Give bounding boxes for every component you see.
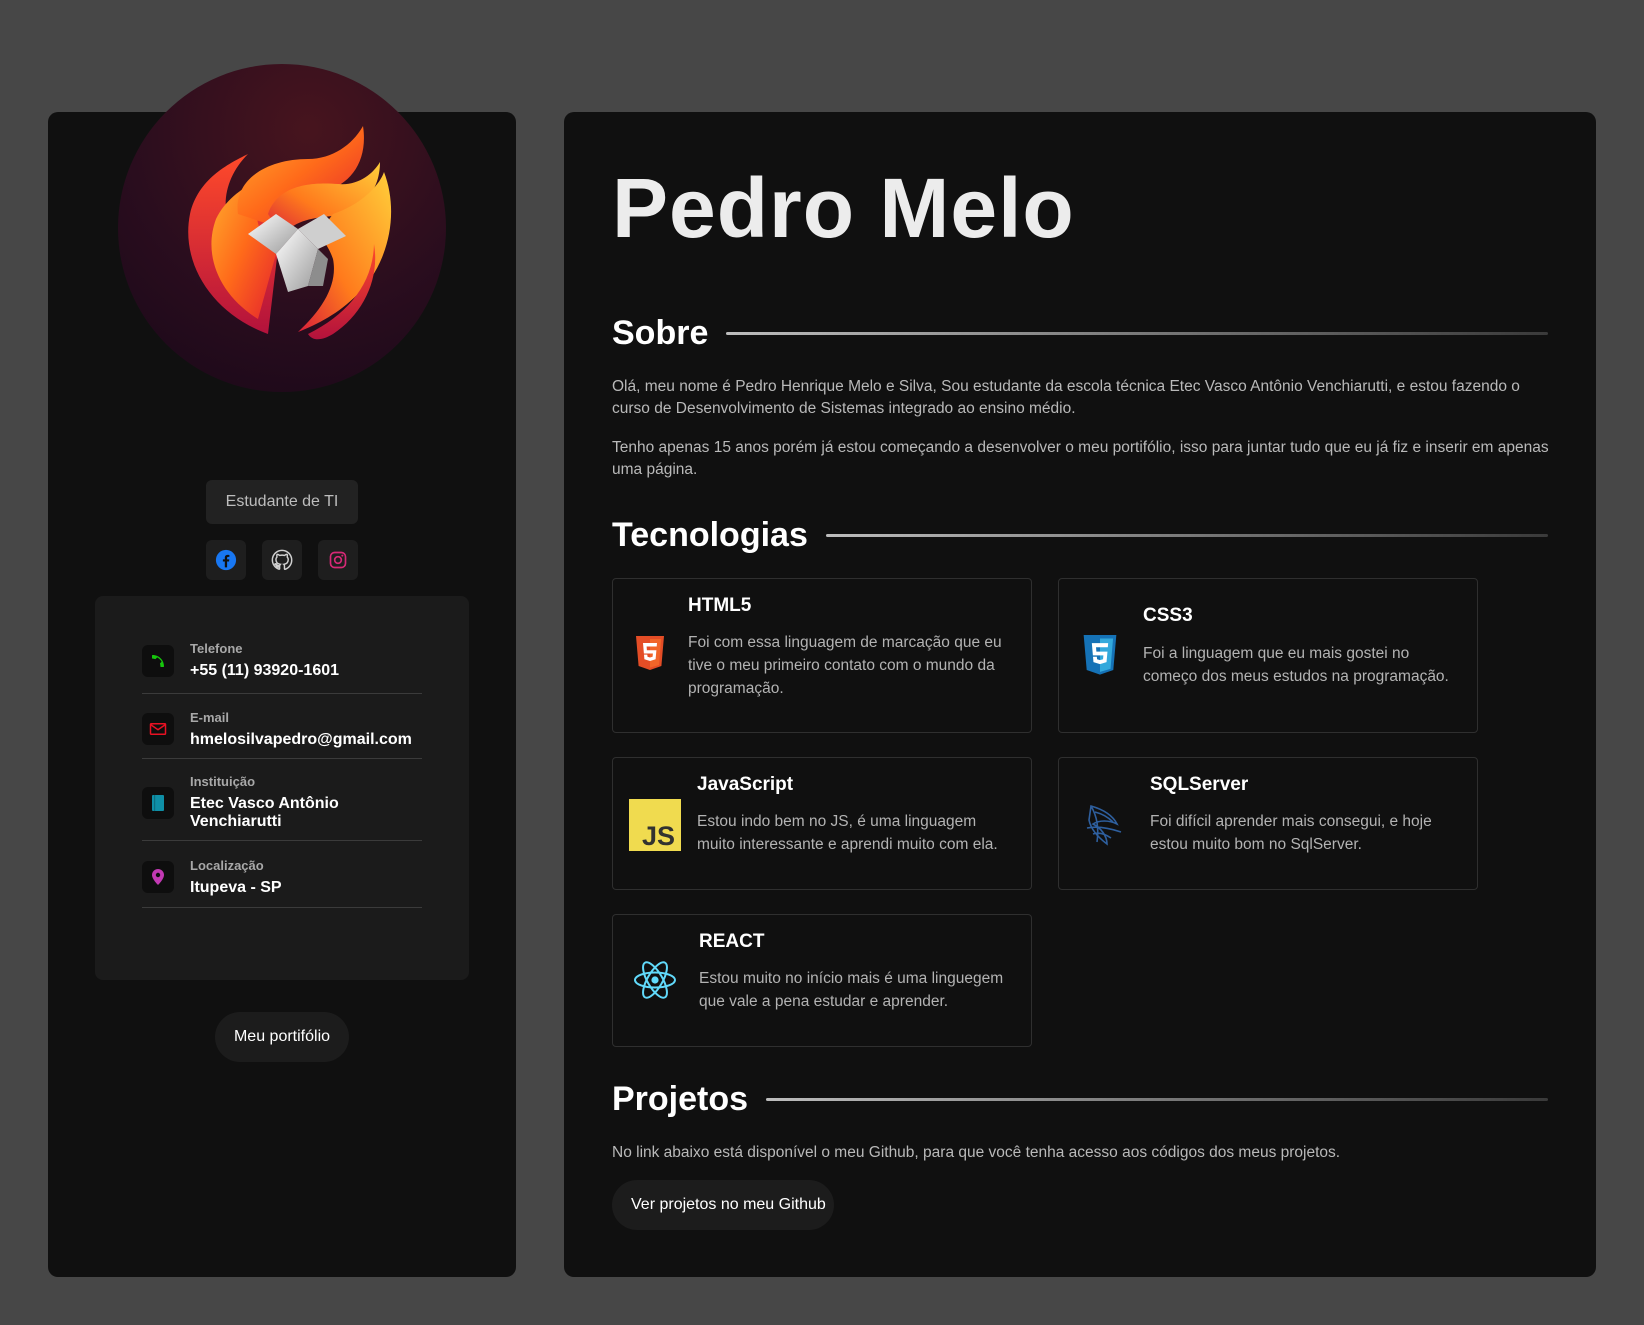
tech-title-html5: HTML5 [688,595,752,616]
tech-title-sqlserver: SQLServer [1150,774,1249,795]
github-icon [271,549,293,571]
contact-phone: Telefone +55 (11) 93920-1601 [142,632,422,694]
social-links [206,540,358,580]
contact-email-value: hmelosilvapedro@gmail.com [190,730,412,748]
book-icon [142,786,174,819]
mail-icon [142,713,174,745]
html5-icon [635,636,665,677]
instagram-link[interactable] [318,540,358,580]
tech-desc-sqlserver: Foi difícil aprender mais consegui, e ho… [1150,813,1432,853]
tech-card-html5: HTML5 Foi com essa linguagem de marcação… [612,578,1032,733]
tech-desc-html5: Foi com essa linguagem de marcação que e… [688,634,1002,697]
tech-desc-react: Estou muito no início mais é uma lingueg… [699,970,1004,1010]
section-divider [825,534,1548,537]
contact-institution: Instituição Etec Vasco Antônio Venchiaru… [142,759,422,841]
main-content: Pedro Melo Sobre Olá, meu nome é Pedro H… [564,112,1596,1277]
tech-title-css3: CSS3 [1143,605,1193,626]
javascript-icon: JS [629,799,681,856]
contact-list: Telefone +55 (11) 93920-1601 E-mail hmel… [95,596,469,980]
github-projects-button[interactable]: Ver projetos no meu Github [612,1180,834,1230]
instagram-icon [329,551,347,569]
section-projects-header: Projetos [612,1080,1548,1119]
tech-desc-javascript: Estou indo bem no JS, é uma linguagem mu… [697,813,998,853]
projects-text: No link abaixo está disponível o meu Git… [612,1144,1341,1161]
section-divider [726,332,1548,335]
github-link[interactable] [262,540,302,580]
phone-icon [142,644,174,677]
css3-icon [1082,635,1118,682]
contact-phone-value: +55 (11) 93920-1601 [190,662,340,679]
avatar [118,64,446,392]
sqlserver-icon [1083,802,1125,853]
portfolio-button[interactable]: Meu portifólio [215,1012,349,1062]
section-divider [766,1098,1548,1101]
contact-location: Localização Itupeva - SP [142,841,422,908]
contact-location-value: Itupeva - SP [190,878,282,896]
about-paragraph-1: Olá, meu nome é Pedro Henrique Melo e Si… [612,378,1520,417]
profile-sidebar: Estudante de TI Telefone +55 (11) 93920-… [48,64,516,1277]
role-badge: Estudante de TI [206,480,358,524]
tech-card-sqlserver: SQLServer Foi difícil aprender mais cons… [1058,757,1478,890]
tech-card-javascript: JS JavaScript Estou indo bem no JS, é um… [612,757,1032,890]
tech-card-react: REACT Estou muito no início mais é uma l… [612,914,1032,1047]
contact-phone-label: Telefone [190,641,243,656]
contact-email-label: E-mail [190,709,230,725]
contact-email: E-mail hmelosilvapedro@gmail.com [142,694,422,759]
tech-card-css3: CSS3 Foi a linguagem que eu mais gostei … [1058,578,1478,733]
section-about-title: Sobre [612,314,709,352]
section-projects-title: Projetos [612,1080,749,1118]
svg-text:JS: JS [642,821,675,851]
tech-title-react: REACT [699,931,765,952]
flame-lion-logo-icon [188,126,392,340]
about-paragraph-2: Tenho apenas 15 anos porém já estou come… [612,439,1549,478]
react-icon [633,960,677,1005]
section-tech-title: Tecnologias [612,516,808,554]
tech-title-javascript: JavaScript [697,774,794,795]
section-tech-header: Tecnologias [612,516,1548,555]
contact-location-label: Localização [190,857,264,873]
section-about-header: Sobre [612,314,1548,353]
tech-desc-css3: Foi a linguagem que eu mais gostei no co… [1143,645,1449,685]
facebook-link[interactable] [206,540,246,580]
location-pin-icon [142,861,174,893]
facebook-icon [215,549,237,571]
contact-institution-value: Etec Vasco Antônio Venchiarutti [190,795,339,830]
contact-institution-label: Instituição [190,774,256,789]
page-title: Pedro Melo [612,161,1075,255]
